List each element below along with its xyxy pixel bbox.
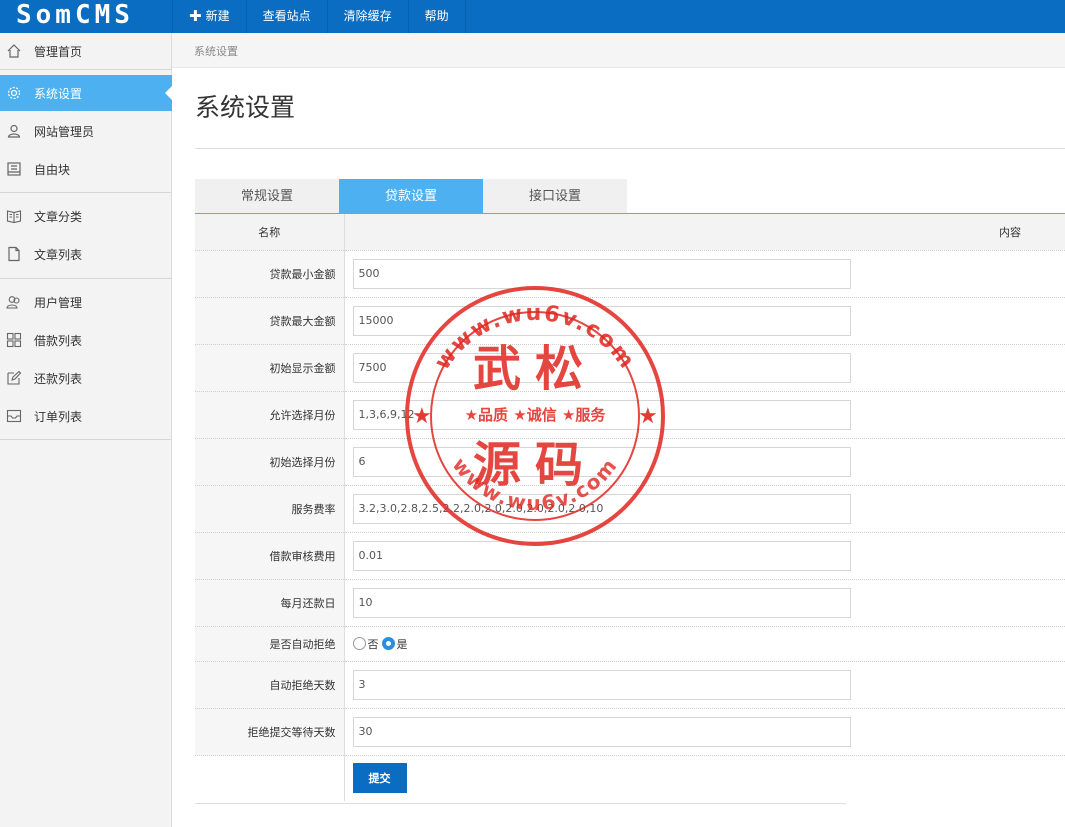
empty-cell bbox=[195, 755, 345, 801]
field-label: 贷款最大金额 bbox=[195, 297, 345, 345]
table-row: 自动拒绝天数 bbox=[195, 661, 1065, 709]
sidebar-item-label: 用户管理 bbox=[34, 295, 83, 310]
sidebar-item-label: 文章列表 bbox=[34, 247, 83, 262]
sidebar-divider bbox=[0, 278, 172, 279]
review-fee-input[interactable] bbox=[352, 540, 851, 571]
field-label: 每月还款日 bbox=[195, 579, 345, 627]
file-icon bbox=[6, 246, 22, 262]
table-row: 每月还款日 bbox=[195, 579, 1065, 627]
sidebar: 管理首页 系统设置 网站管理员 自由块 文章分类 文章列表 用户管理 借款列表 … bbox=[0, 33, 172, 827]
sidebar-item-label: 自由块 bbox=[34, 162, 71, 177]
sidebar-item-label: 订单列表 bbox=[34, 409, 83, 424]
sidebar-divider bbox=[0, 69, 172, 70]
book-icon bbox=[6, 208, 22, 224]
radio-label-no: 否 bbox=[367, 637, 379, 651]
user-icon bbox=[6, 123, 22, 139]
sidebar-item-label: 管理首页 bbox=[34, 44, 83, 59]
auto-reject-radio-group: 否 是 bbox=[352, 636, 1065, 652]
auto-reject-yes-radio[interactable] bbox=[381, 637, 395, 650]
column-header-content: 内容 bbox=[344, 214, 1065, 251]
title-divider bbox=[195, 148, 1065, 149]
sidebar-item-user-management[interactable]: 用户管理 bbox=[0, 284, 172, 320]
sidebar-item-label: 系统设置 bbox=[34, 86, 83, 101]
sidebar-item-article-list[interactable]: 文章列表 bbox=[0, 236, 172, 272]
inbox-icon bbox=[6, 408, 22, 424]
sidebar-item-label: 网站管理员 bbox=[34, 124, 95, 139]
sidebar-item-label: 文章分类 bbox=[34, 209, 83, 224]
sidebar-item-admins[interactable]: 网站管理员 bbox=[0, 113, 172, 149]
table-header: 名称 内容 bbox=[195, 214, 1065, 251]
field-label: 是否自动拒绝 bbox=[195, 626, 345, 662]
radio-label-yes: 是 bbox=[396, 637, 408, 651]
view-site-link[interactable]: 查看站点 bbox=[245, 0, 327, 33]
grid-icon bbox=[6, 332, 22, 348]
tab-interface-settings[interactable]: 接口设置 bbox=[483, 179, 627, 214]
settings-table: 名称 内容 贷款最小金额 贷款最大金额 初始显示金额 允许选择月份 初始选择月份… bbox=[195, 214, 1065, 801]
table-row: 贷款最小金额 bbox=[195, 250, 1065, 298]
block-icon bbox=[6, 161, 22, 177]
tab-loan-settings[interactable]: 贷款设置 bbox=[339, 179, 483, 214]
field-label: 拒绝提交等待天数 bbox=[195, 708, 345, 756]
page-title: 系统设置 bbox=[195, 93, 296, 122]
table-row: 借款审核费用 bbox=[195, 532, 1065, 580]
sidebar-item-free-block[interactable]: 自由块 bbox=[0, 151, 172, 187]
reject-wait-days-input[interactable] bbox=[352, 716, 851, 747]
gear-icon bbox=[6, 85, 22, 101]
table-row: 拒绝提交等待天数 bbox=[195, 708, 1065, 756]
table-row: 初始选择月份 bbox=[195, 438, 1065, 486]
table-row: 服务费率 bbox=[195, 485, 1065, 533]
users-icon bbox=[6, 294, 22, 310]
loan-min-amount-input[interactable] bbox=[352, 258, 851, 289]
breadcrumb: 系统设置 bbox=[194, 45, 238, 58]
new-button[interactable]: ✚ 新建 bbox=[172, 0, 246, 33]
top-bar: SomCMS ✚ 新建 查看站点 清除缓存 帮助 bbox=[0, 0, 1065, 33]
table-row: 初始显示金额 bbox=[195, 344, 1065, 392]
repayment-day-input[interactable] bbox=[352, 587, 851, 618]
top-nav: ✚ 新建 查看站点 清除缓存 帮助 bbox=[172, 0, 466, 33]
sidebar-divider bbox=[0, 439, 172, 440]
submit-row: 提交 bbox=[195, 755, 1065, 801]
breadcrumb-bar: 系统设置 bbox=[172, 33, 1065, 68]
allowed-months-input[interactable] bbox=[352, 399, 851, 430]
sidebar-item-loan-list[interactable]: 借款列表 bbox=[0, 322, 172, 358]
service-fee-rate-input[interactable] bbox=[352, 493, 851, 524]
sidebar-item-order-list[interactable]: 订单列表 bbox=[0, 398, 172, 434]
logo: SomCMS bbox=[16, 0, 134, 30]
loan-max-amount-input[interactable] bbox=[352, 305, 851, 336]
field-label: 初始选择月份 bbox=[195, 438, 345, 486]
auto-reject-no-radio[interactable] bbox=[352, 637, 366, 650]
sidebar-divider bbox=[0, 192, 172, 193]
table-row: 是否自动拒绝 否 是 bbox=[195, 626, 1065, 662]
field-label: 初始显示金额 bbox=[195, 344, 345, 392]
table-row: 贷款最大金额 bbox=[195, 297, 1065, 345]
form-bottom-border bbox=[195, 803, 846, 804]
sidebar-item-home[interactable]: 管理首页 bbox=[0, 33, 172, 69]
field-label: 自动拒绝天数 bbox=[195, 661, 345, 709]
table-row: 允许选择月份 bbox=[195, 391, 1065, 439]
field-label: 借款审核费用 bbox=[195, 532, 345, 580]
column-header-name: 名称 bbox=[195, 214, 345, 251]
sidebar-item-label: 还款列表 bbox=[34, 371, 83, 386]
submit-button[interactable]: 提交 bbox=[352, 763, 407, 794]
settings-tabs: 常规设置 贷款设置 接口设置 bbox=[195, 179, 627, 214]
initial-month-input[interactable] bbox=[352, 446, 851, 477]
sidebar-item-system-settings[interactable]: 系统设置 bbox=[0, 75, 172, 111]
field-label: 允许选择月份 bbox=[195, 391, 345, 439]
sidebar-item-repayment-list[interactable]: 还款列表 bbox=[0, 360, 172, 396]
sidebar-item-article-category[interactable]: 文章分类 bbox=[0, 198, 172, 234]
new-label: 新建 bbox=[205, 9, 230, 23]
home-icon bbox=[6, 43, 22, 59]
sidebar-item-label: 借款列表 bbox=[34, 333, 83, 348]
field-label: 服务费率 bbox=[195, 485, 345, 533]
help-link[interactable]: 帮助 bbox=[407, 0, 466, 33]
field-label: 贷款最小金额 bbox=[195, 250, 345, 298]
clear-cache-link[interactable]: 清除缓存 bbox=[326, 0, 408, 33]
auto-reject-days-input[interactable] bbox=[352, 669, 851, 700]
initial-amount-input[interactable] bbox=[352, 352, 851, 383]
edit-icon bbox=[6, 370, 22, 386]
plus-icon: ✚ bbox=[189, 7, 202, 25]
tab-general-settings[interactable]: 常规设置 bbox=[195, 179, 339, 214]
